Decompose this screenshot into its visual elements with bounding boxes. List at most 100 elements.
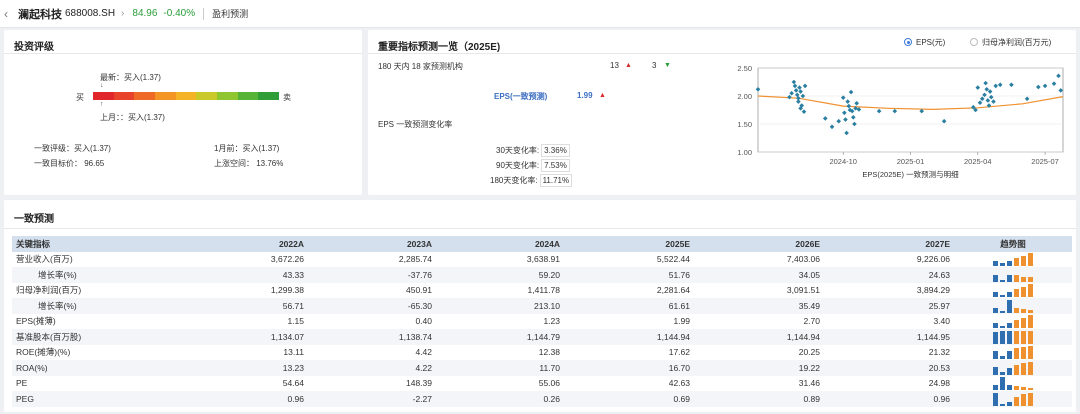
table-cell: 3,638.91 [526, 254, 560, 265]
rating-scale-segment [175, 92, 197, 100]
consensus-title: 一致预测 [14, 214, 54, 225]
table-row[interactable]: ROA(%) 13.23 4.22 11.70 16.70 19.22 20.53 [12, 360, 1072, 376]
rating-scale-segment [155, 92, 176, 100]
trend-bar [993, 292, 998, 298]
trend-bar [1007, 261, 1012, 267]
change-rate-title: EPS 一致预测变化率 [378, 120, 453, 129]
change-180d-value: 11.71% [539, 174, 573, 187]
trend-sparkline [958, 392, 1068, 406]
table-row[interactable]: 基准股本(百万股) 1,134.07 1,138.74 1,144.79 1,144.9… [12, 329, 1072, 345]
trend-bar [1000, 403, 1005, 406]
eps-radio-label[interactable]: EPS(元) [916, 37, 945, 48]
trend-cell [954, 298, 1072, 314]
trend-sparkline [958, 361, 1068, 375]
forecast-point [851, 114, 856, 120]
divider [4, 53, 362, 54]
forecast-point [842, 110, 847, 116]
y-tick-label: 1.00 [737, 148, 752, 157]
table-row[interactable]: 增长率(%) 56.71 -65.30 213.10 61.61 35.49 25.97 [12, 298, 1072, 314]
table-cell: -37.76 [407, 269, 432, 280]
trend-cell [954, 283, 1072, 299]
table-cell: 4.22 [415, 362, 432, 373]
x-tick-label: 2025-07 [1031, 157, 1059, 166]
trend-bar [1007, 323, 1012, 329]
rating-scale-segment [196, 92, 218, 100]
table-row[interactable]: 营业收入(百万) 3,672.26 2,285.74 3,638.91 5,522.44… [12, 251, 1072, 267]
trend-bar [993, 274, 998, 282]
rating-scale-segment [237, 92, 259, 100]
row-label: 营业收入(百万) [16, 254, 73, 265]
table-row[interactable]: 增长率(%) 43.33 -37.76 59.20 51.76 34.05 24.63 [12, 267, 1072, 283]
eps-radio[interactable] [904, 38, 912, 46]
trend-bar [993, 366, 998, 375]
table-cell: 56.71 [282, 300, 304, 311]
table-cell: 0.69 [673, 393, 690, 404]
table-cell: 21.32 [928, 347, 950, 358]
table-cell: 13.23 [282, 362, 304, 373]
table-cell: 55.06 [538, 378, 560, 389]
trend-bar [1000, 263, 1005, 267]
table-cell: 61.61 [668, 300, 690, 311]
profit-radio-label[interactable]: 归母净利润(百万元) [982, 37, 1051, 48]
table-row[interactable]: EPS(摊薄) 1.15 0.40 1.23 1.99 2.70 3.40 [12, 313, 1072, 330]
trend-bar [1000, 330, 1005, 344]
table-cell: 3.40 [933, 316, 950, 327]
stock-change: -0.40% [163, 8, 196, 19]
forecast-point [854, 100, 859, 106]
forecast-point [985, 98, 991, 103]
change-90d-label: 90天变化率: [496, 161, 540, 170]
forecast-point [848, 89, 854, 95]
forecast-point [1056, 73, 1061, 79]
chevron-right-icon[interactable]: › [121, 8, 124, 19]
trend-cell [954, 314, 1072, 330]
col-header: 2026E [795, 238, 820, 249]
table-row[interactable]: PE 54.64 148.39 55.06 42.63 31.46 24.98 [12, 375, 1072, 391]
row-label: ROA(%) [16, 362, 48, 373]
table-row[interactable]: PEG 0.96 -2.27 0.26 0.69 0.89 0.96 [12, 391, 1072, 407]
table-row[interactable]: 归母净利润(百万) 1,299.38 450.91 1,411.78 2,281.64 3… [12, 282, 1072, 299]
table-cell: 1.15 [287, 316, 304, 327]
forecast-point [1024, 96, 1030, 102]
rating-scale-segment [134, 92, 156, 100]
trend-bar [1014, 364, 1019, 375]
table-cell: 2,281.64 [656, 285, 690, 296]
triangle-down-icon: ▼ [664, 62, 671, 69]
trend-cell [954, 360, 1072, 376]
change-30d-value: 3.36% [541, 144, 570, 157]
trend-bar [1028, 388, 1033, 391]
col-header: 2023A [406, 238, 432, 249]
trend-bar [1007, 292, 1012, 298]
triangle-up-icon: ▲ [625, 62, 632, 69]
stock-name: 澜起科技 [18, 8, 62, 21]
forecast-panel: 重要指标预测一览（2025E) EPS(元) 归母净利润(百万元) 180 天内… [368, 30, 1076, 195]
trend-bar [1000, 377, 1005, 391]
forecast-point [800, 93, 806, 99]
chevron-left-icon[interactable]: ‹ [4, 7, 18, 21]
forecast-point [1051, 81, 1057, 86]
trend-bar [993, 351, 998, 360]
table-cell: 34.05 [798, 269, 820, 280]
table-row[interactable]: ROE(摊薄)(%) 13.11 4.42 12.38 17.62 20.25 21.32 [12, 344, 1072, 360]
table-cell: 0.96 [933, 393, 950, 404]
table-cell: 5,522.44 [656, 254, 690, 265]
table-cell: -65.30 [407, 300, 432, 311]
table-cell: 43.33 [282, 269, 304, 280]
upside: 上涨空间： 13.76% [214, 159, 284, 168]
forecast-point [787, 94, 792, 100]
forecast-point [997, 82, 1003, 88]
table-cell: 0.96 [287, 393, 304, 404]
table-cell: 1,144.94 [656, 331, 690, 342]
table-cell: 0.89 [803, 393, 820, 404]
trend-bar [1021, 318, 1026, 329]
forecast-point [802, 83, 808, 89]
rating-scale-segment [217, 92, 238, 100]
table-header: 关键指标 2022A 2023A 2024A 2025E 2026E 2027E… [12, 236, 1072, 252]
forecast-point [975, 85, 981, 90]
table-cell: 450.91 [406, 285, 432, 296]
trend-bar [1000, 326, 1005, 329]
profit-radio[interactable] [970, 38, 978, 46]
forecast-point [852, 121, 857, 127]
col-header: 2022A [278, 238, 304, 249]
forecast-point [988, 94, 994, 100]
consensus-rating: 一致评级：买入(1.37) [34, 144, 111, 153]
